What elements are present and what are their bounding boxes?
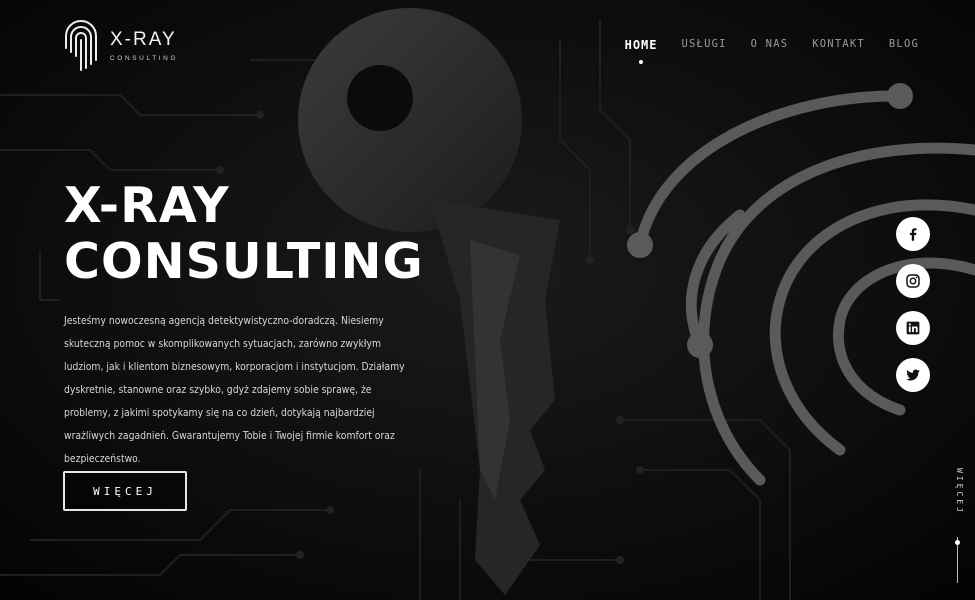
hero-title: X-RAY CONSULTING: [64, 178, 424, 290]
nav-item-blog[interactable]: BLOG: [889, 38, 919, 52]
more-button[interactable]: WIĘCEJ: [63, 471, 187, 511]
nav-item-uslugi[interactable]: USŁUGI: [682, 38, 727, 52]
twitter-icon: [906, 369, 920, 381]
instagram-icon: [906, 274, 920, 288]
instagram-link[interactable]: [896, 264, 930, 298]
brand-name: X-RAY: [110, 28, 177, 50]
social-links: [896, 217, 930, 392]
nav-item-home[interactable]: HOME: [625, 38, 658, 64]
hero-description: Jesteśmy nowoczesną agencją detektywisty…: [64, 315, 405, 465]
fingerprint-logo-icon: [65, 20, 97, 71]
scroll-dot: [955, 540, 960, 545]
main-nav: HOME USŁUGI O NAS KONTAKT BLOG: [625, 38, 919, 64]
hero-title-line-1: X-RAY: [64, 177, 230, 234]
facebook-link[interactable]: [896, 217, 930, 251]
twitter-link[interactable]: [896, 358, 930, 392]
side-more-label: WIĘCEJ: [955, 468, 964, 515]
brand-subtitle: CONSULTING: [110, 54, 179, 62]
brand-logo[interactable]: X-RAY CONSULTING: [62, 18, 178, 72]
side-more-link[interactable]: WIĘCEJ: [950, 468, 966, 528]
linkedin-icon: [906, 321, 920, 335]
nav-item-o-nas[interactable]: O NAS: [751, 38, 789, 52]
hero-title-line-2: CONSULTING: [64, 233, 424, 290]
linkedin-link[interactable]: [896, 311, 930, 345]
facebook-icon: [909, 228, 917, 241]
nav-item-kontakt[interactable]: KONTAKT: [812, 38, 865, 52]
